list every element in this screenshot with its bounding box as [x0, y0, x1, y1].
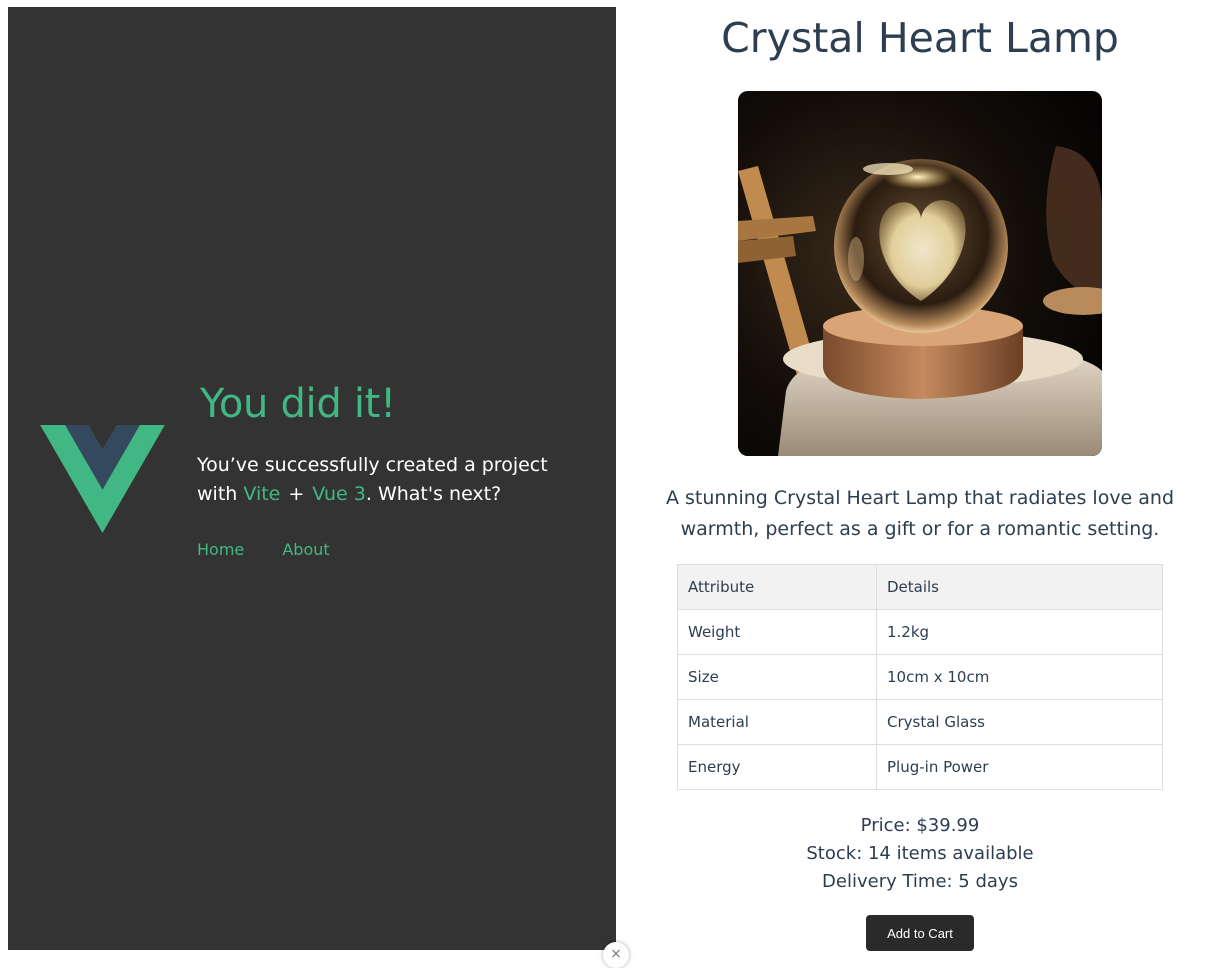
table-cell-detail: 1.2kg — [876, 609, 1163, 655]
table-cell-detail: Plug-in Power — [876, 744, 1163, 790]
table-cell-attribute: Energy — [677, 744, 877, 790]
subtitle-suffix: . What's next? — [365, 483, 502, 505]
table-cell-attribute: Size — [677, 654, 877, 700]
nav-about-link[interactable]: About — [282, 540, 329, 559]
table-row: Material Crystal Glass — [677, 699, 1163, 745]
table-row: Weight 1.2kg — [677, 609, 1163, 655]
table-header-details: Details — [876, 564, 1163, 610]
plus-sign: + — [288, 483, 305, 505]
nav-home-link[interactable]: Home — [197, 540, 244, 559]
attribute-table: Attribute Details Weight 1.2kg Size 10cm… — [677, 564, 1163, 790]
left-panel: You did it! You’ve successfully created … — [8, 7, 616, 950]
vue-logo-icon — [40, 425, 165, 533]
hero-heading: You did it! — [200, 381, 396, 427]
product-title: Crystal Heart Lamp — [721, 14, 1119, 62]
add-to-cart-button[interactable]: Add to Cart — [866, 915, 974, 951]
vite-link[interactable]: Vite — [243, 483, 280, 505]
hero-subtitle: You’ve successfully created a project wi… — [197, 451, 577, 509]
table-row: Energy Plug-in Power — [677, 744, 1163, 790]
product-image — [738, 91, 1102, 456]
price-text: Price: $39.99 — [860, 815, 980, 836]
table-cell-detail: Crystal Glass — [876, 699, 1163, 745]
vue-link[interactable]: Vue 3 — [312, 483, 366, 505]
table-header-attribute: Attribute — [677, 564, 877, 610]
table-row: Size 10cm x 10cm — [677, 654, 1163, 700]
crystal-lamp-photo — [738, 91, 1102, 456]
close-icon[interactable]: × — [603, 942, 629, 968]
table-cell-detail: 10cm x 10cm — [876, 654, 1163, 700]
stock-text: Stock: 14 items available — [806, 843, 1034, 864]
table-cell-attribute: Material — [677, 699, 877, 745]
table-cell-attribute: Weight — [677, 609, 877, 655]
delivery-text: Delivery Time: 5 days — [822, 871, 1018, 892]
product-description: A stunning Crystal Heart Lamp that radia… — [665, 487, 1175, 540]
product-info: Price: $39.99 Stock: 14 items available … — [616, 812, 1217, 896]
main-nav: Home About — [197, 540, 330, 559]
table-header-row: Attribute Details — [677, 564, 1163, 610]
